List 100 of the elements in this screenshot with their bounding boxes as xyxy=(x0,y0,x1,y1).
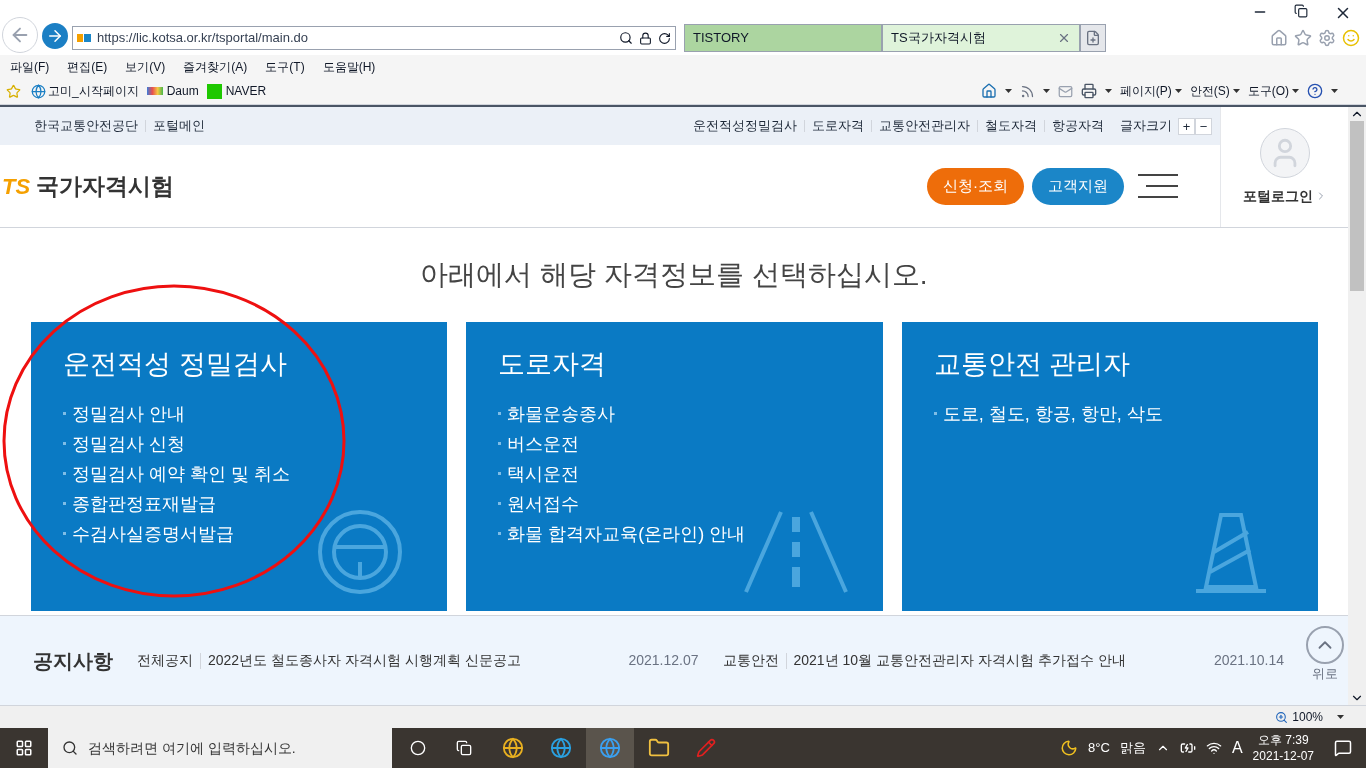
card-link[interactable]: 화물운송종사 xyxy=(507,398,616,429)
card-link[interactable]: 택시운전 xyxy=(507,458,580,489)
clock-time[interactable]: 오후 7:39 xyxy=(1257,732,1309,748)
address-bar[interactable]: https://lic.kotsa.or.kr/tsportal/main.do xyxy=(72,26,676,50)
notice-link[interactable]: 2022년도 철도종사자 자격시험 시행계획 신문공고 xyxy=(208,650,521,671)
search-icon[interactable] xyxy=(619,31,633,45)
card-link[interactable]: 정밀검사 예약 확인 및 취소 xyxy=(72,458,290,489)
task-view-icon[interactable] xyxy=(456,740,472,756)
zoom-level[interactable]: 100% xyxy=(1292,708,1323,726)
font-size-button[interactable]: + xyxy=(1178,117,1195,135)
category-card[interactable]: 운전적성 정밀검사 정밀검사 안내 정밀검사 신청 정밀검사 예약 확인 및 취소 종합판정표재발급 수검사실증명서발급 xyxy=(31,322,448,611)
scrollbar[interactable] xyxy=(1348,107,1366,705)
bullet-icon xyxy=(498,412,502,415)
url-text: https://lic.kotsa.or.kr/tsportal/main.do xyxy=(97,29,309,48)
notice-link[interactable]: 2021년 10월 교통안전관리자 자격시험 추가접수 안내 xyxy=(793,650,1126,671)
scroll-top-label: 위로 xyxy=(1312,665,1338,683)
card-link[interactable]: 화물 합격자교육(온라인) 안내 xyxy=(507,518,746,549)
page-heading: 아래에서 해당 자격정보를 선택하십시오. xyxy=(419,258,929,292)
top-link[interactable]: 한국교통안전공단 xyxy=(34,116,138,136)
bullet-icon xyxy=(63,472,66,475)
site-favicon xyxy=(77,34,91,42)
bullet-icon xyxy=(498,472,502,475)
restore-icon[interactable] xyxy=(1294,4,1308,18)
menu-item[interactable]: 파일(F) xyxy=(10,57,50,76)
pencil-icon[interactable] xyxy=(696,738,716,758)
card-link[interactable]: 수검사실증명서발급 xyxy=(72,518,234,549)
menu-item[interactable]: 도구(T) xyxy=(265,57,305,76)
refresh-icon[interactable] xyxy=(658,31,671,45)
browser-tab[interactable]: TS국가자격시험 xyxy=(882,24,1080,52)
bullet-icon xyxy=(498,442,502,445)
category-card[interactable]: 도로자격 화물운송종사 버스운전 택시운전 원서접수 화물 합격자교육(온라인) 안내 xyxy=(466,322,883,611)
cortana-icon[interactable] xyxy=(410,740,426,756)
top-link[interactable]: 도로자격 xyxy=(812,116,864,136)
new-tab-button[interactable] xyxy=(1080,24,1106,52)
card-link[interactable]: 정밀검사 신청 xyxy=(72,428,185,459)
card-link[interactable]: 버스운전 xyxy=(507,428,580,459)
caret-icon xyxy=(1004,89,1012,93)
menu-item[interactable]: 즐겨찾기(A) xyxy=(183,57,248,76)
new-page-icon xyxy=(1085,30,1101,46)
print-icon[interactable] xyxy=(1080,83,1097,99)
ime-indicator[interactable]: A xyxy=(1231,736,1243,760)
menu-item[interactable]: 편집(E) xyxy=(67,57,108,76)
card-link[interactable]: 원서접수 xyxy=(507,488,580,519)
favorites-star-icon[interactable] xyxy=(6,83,21,99)
active-browser-button[interactable] xyxy=(586,728,634,768)
card-link[interactable]: 종합판정표재발급 xyxy=(72,488,216,519)
battery-icon[interactable] xyxy=(1179,740,1196,756)
card-link[interactable]: 도로, 철도, 항공, 항만, 삭도 xyxy=(942,398,1163,429)
tab-label: TISTORY xyxy=(693,29,750,48)
site-title: 국가자격시험 xyxy=(36,171,175,201)
favorite-link[interactable]: NAVER xyxy=(225,82,267,100)
notification-icon[interactable] xyxy=(1334,739,1352,757)
color-bar-icon xyxy=(146,87,163,95)
help-icon[interactable] xyxy=(1307,83,1323,99)
page-icon xyxy=(31,83,46,99)
top-link[interactable]: 운전적성정밀검사 xyxy=(693,116,797,136)
tab-label: TS국가자격시험 xyxy=(891,29,987,48)
caret-icon xyxy=(1042,89,1050,93)
notice-date: 2021.12.07 xyxy=(628,651,699,670)
favorite-link[interactable]: Daum xyxy=(166,82,199,100)
wifi-icon[interactable] xyxy=(1205,740,1222,756)
command-menu[interactable]: 페이지(P) xyxy=(1119,82,1182,100)
home-icon[interactable] xyxy=(1270,29,1288,47)
clock-date[interactable]: 2021-12-07 xyxy=(1252,748,1314,764)
bullet-icon xyxy=(933,412,937,415)
header-button[interactable]: 고객지원 xyxy=(1032,167,1124,205)
menu-item[interactable]: 도움말(H) xyxy=(322,57,376,76)
forward-arrow-icon xyxy=(46,27,64,45)
top-link[interactable]: 교통안전관리자 xyxy=(879,116,970,136)
category-card[interactable]: 교통안전 관리자 도로, 철도, 항공, 항만, 삭도 xyxy=(901,322,1318,611)
command-menu[interactable]: 안전(S) xyxy=(1189,82,1240,100)
command-menu[interactable]: 도구(O) xyxy=(1247,82,1299,100)
folder-icon[interactable] xyxy=(648,737,670,759)
forward-button[interactable] xyxy=(42,23,68,49)
top-link[interactable]: 항공자격 xyxy=(1052,116,1104,136)
browser-tab[interactable]: TISTORY xyxy=(684,24,882,52)
top-link[interactable]: 포털메인 xyxy=(153,116,205,136)
favorites-icon[interactable] xyxy=(1294,29,1312,47)
scrollbar-thumb[interactable] xyxy=(1350,121,1364,291)
caret-icon xyxy=(1174,89,1182,93)
bullet-icon xyxy=(498,502,502,505)
browser-icon[interactable] xyxy=(550,737,572,759)
bullet-icon xyxy=(63,412,66,415)
card-link[interactable]: 정밀검사 안내 xyxy=(72,398,185,429)
font-size-button[interactable]: − xyxy=(1195,117,1212,135)
login-label: 포털로그인 xyxy=(1242,186,1313,206)
browser-icon[interactable] xyxy=(502,737,524,759)
weather-label: 맑음 xyxy=(1119,739,1146,758)
menu-icon[interactable] xyxy=(1138,173,1180,199)
taskbar-search-field[interactable]: 검색하려면 여기에 입력하십시오. xyxy=(48,728,392,768)
notice-category: 교통안전 xyxy=(722,651,779,670)
feed-icon[interactable] xyxy=(1019,83,1035,99)
top-link[interactable]: 철도자격 xyxy=(985,116,1037,136)
settings-icon[interactable] xyxy=(1318,29,1336,47)
card-title: 도로자격 xyxy=(498,348,608,381)
home-icon[interactable] xyxy=(980,83,997,99)
menu-item[interactable]: 보기(V) xyxy=(125,57,166,76)
favorite-link[interactable]: 고미_시작페이지 xyxy=(48,82,139,100)
close-tab-icon[interactable] xyxy=(1057,31,1071,45)
notice-date: 2021.10.14 xyxy=(1213,651,1284,670)
